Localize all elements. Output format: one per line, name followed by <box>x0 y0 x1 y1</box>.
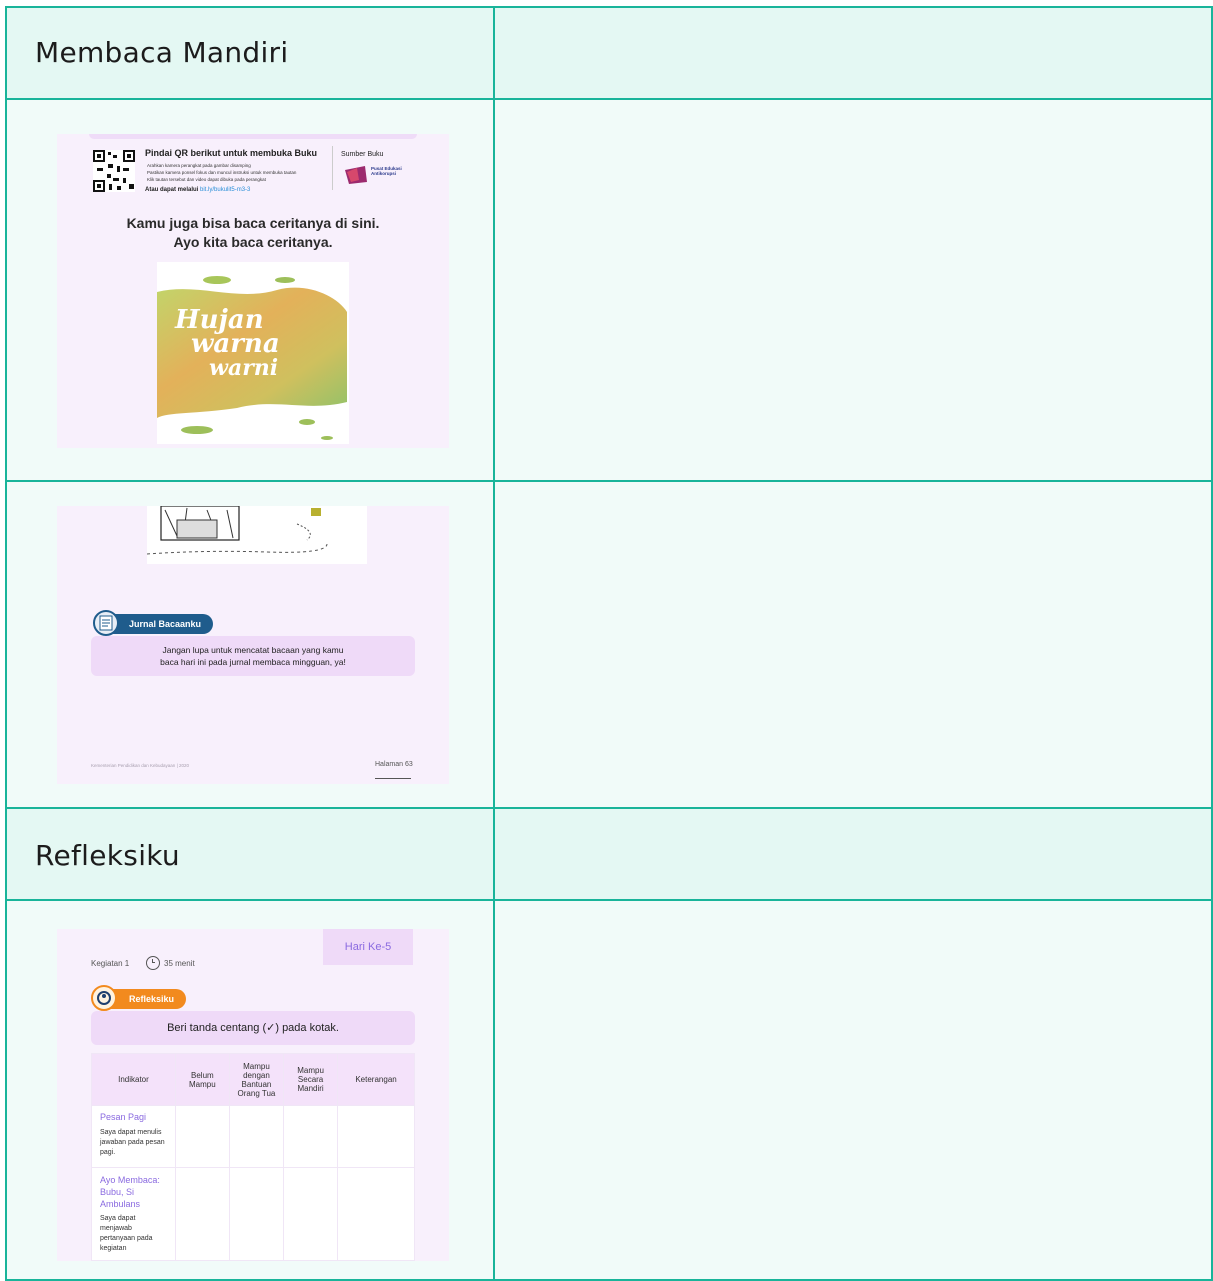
membaca-header-empty-cell <box>493 6 1213 100</box>
sketch-illustration <box>146 505 367 564</box>
refleksi-badge-label: Refleksiku <box>129 994 175 1004</box>
content-table: Membaca Mandiri Pindai QR berikut untuk … <box>0 0 1213 1281</box>
day-tag: Hari Ke-5 <box>323 929 413 965</box>
table-row: Ayo Membaca: Bubu, Si Ambulans Saya dapa… <box>91 1167 415 1261</box>
book-page-3: Hari Ke-5 Kegiatan 1 35 menit Refleksiku… <box>57 929 449 1261</box>
headline: Kamu juga bisa baca ceritanya di sini. A… <box>57 214 449 252</box>
reflection-icon <box>91 985 117 1011</box>
column-header: Keterangan <box>337 1053 415 1106</box>
column-header: Belum Mampu <box>174 1053 230 1106</box>
clock-icon <box>146 956 160 970</box>
source-label: Sumber Buku <box>341 151 384 158</box>
checkbox-cell[interactable] <box>228 1105 285 1168</box>
headline-line: Ayo kita baca ceritanya. <box>173 234 333 250</box>
book-page-3-cell: Hari Ke-5 Kegiatan 1 35 menit Refleksiku… <box>5 899 495 1281</box>
membaca-header-cell: Membaca Mandiri <box>5 6 495 100</box>
instruction-text: Beri tanda centang (✓) pada kotak. <box>167 1022 339 1034</box>
footer-left: Kementerian Pendidikan dan Kebudayaan | … <box>91 763 189 768</box>
book-page-3-empty-cell <box>493 899 1213 1281</box>
note-cell[interactable] <box>337 1105 415 1168</box>
indicator-title: Ayo Membaca: Bubu, Si Ambulans <box>100 1175 160 1209</box>
duration-label: 35 menit <box>164 959 195 968</box>
book-page-1-empty-cell <box>493 98 1213 482</box>
checkbox-cell[interactable] <box>228 1167 285 1261</box>
membaca-title: Membaca Mandiri <box>35 36 289 69</box>
jurnal-note-line: Jangan lupa untuk mencatat bacaan yang k… <box>162 645 344 655</box>
headline-line: Kamu juga bisa baca ceritanya di sini. <box>126 215 380 231</box>
table-row: Pesan Pagi Saya dapat menulis jawaban pa… <box>91 1105 415 1168</box>
book-cover[interactable]: Hujan warna warni <box>157 262 349 444</box>
day-tag-label: Hari Ke-5 <box>344 941 392 953</box>
note-cell[interactable] <box>337 1167 415 1261</box>
checkbox-cell[interactable] <box>174 1167 230 1261</box>
jurnal-badge-label: Jurnal Bacaanku <box>129 619 202 629</box>
qr-code[interactable] <box>93 150 135 192</box>
jurnal-note: Jangan lupa untuk mencatat bacaan yang k… <box>91 636 415 676</box>
indicator-cell: Ayo Membaca: Bubu, Si Ambulans Saya dapa… <box>91 1167 176 1261</box>
indicator-cell: Pesan Pagi Saya dapat menulis jawaban pa… <box>91 1105 176 1168</box>
qr-link-row: Atau dapat melalui bit.ly/bukulit5-m3-3 <box>145 187 250 193</box>
logo-icon <box>345 166 367 184</box>
source-logo-text: Pusat Edukasi Antikorupsi <box>371 166 402 176</box>
book-page-2-cell: Jurnal Bacaanku Jangan lupa untuk mencat… <box>5 480 495 809</box>
cover-title-line: warni <box>209 355 279 381</box>
qr-link-prefix: Atau dapat melalui <box>145 187 199 193</box>
refleksi-title: Refleksiku <box>35 839 180 872</box>
indicator-desc: Saya dapat menulis jawaban pada pesan pa… <box>100 1129 165 1156</box>
cover-title: Hujan warna warni <box>175 307 280 381</box>
instruction-box: Beri tanda centang (✓) pada kotak. <box>91 1011 415 1045</box>
qr-step: Klik tautan tersebut dan video dapat dib… <box>147 177 266 182</box>
book-page-2: Jurnal Bacaanku Jangan lupa untuk mencat… <box>57 505 449 784</box>
source-logo: Pusat Edukasi Antikorupsi <box>343 164 403 188</box>
qr-step: Arahkan kamera perangkat pada gambar dis… <box>147 163 251 168</box>
qr-step: Pastikan kamera ponsel fokus dan muncul … <box>147 170 297 175</box>
indicator-desc: Saya dapat menjawab pertanyaan pada kegi… <box>100 1215 153 1252</box>
checkbox-cell[interactable] <box>283 1105 339 1168</box>
qr-steps: Arahkan kamera perangkat pada gambar dis… <box>147 162 327 183</box>
column-header: Mampu dengan Bantuan Orang Tua <box>228 1053 285 1106</box>
book-page-2-empty-cell <box>493 480 1213 809</box>
column-header: Mampu Secara Mandiri <box>283 1053 339 1106</box>
qr-link[interactable]: bit.ly/bukulit5-m3-3 <box>200 187 250 193</box>
cover-title-line: warna <box>191 329 280 359</box>
table-header-row: Indikator Belum Mampu Mampu dengan Bantu… <box>91 1053 415 1106</box>
refleksi-header-cell: Refleksiku <box>5 807 495 901</box>
checkbox-cell[interactable] <box>283 1167 339 1261</box>
indicator-title: Pesan Pagi <box>100 1112 147 1122</box>
book-page-1-cell: Pindai QR berikut untuk membuka Buku Ara… <box>5 98 495 482</box>
footer-page-number: Halaman 63 <box>375 761 413 768</box>
refleksi-header-empty-cell <box>493 807 1213 901</box>
journal-icon <box>93 610 119 636</box>
checkbox-cell[interactable] <box>174 1105 230 1168</box>
book-page-1: Pindai QR berikut untuk membuka Buku Ara… <box>57 134 449 448</box>
column-header: Indikator <box>91 1053 176 1106</box>
jurnal-note-line: baca hari ini pada jurnal membaca minggu… <box>160 657 346 667</box>
qr-heading: Pindai QR berikut untuk membuka Buku <box>145 148 318 158</box>
activity-label: Kegiatan 1 <box>91 959 130 968</box>
reflection-table: Indikator Belum Mampu Mampu dengan Bantu… <box>91 1053 415 1261</box>
